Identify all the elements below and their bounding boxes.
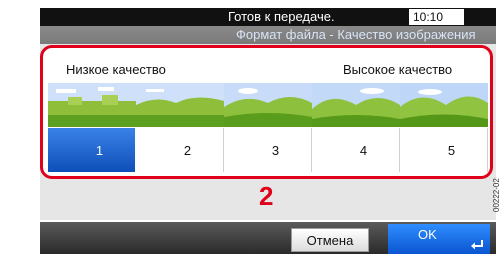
clock: 10:10 bbox=[409, 9, 464, 25]
quality-level-4-button[interactable]: 4 bbox=[312, 128, 400, 172]
quality-level-2-button[interactable]: 2 bbox=[136, 128, 224, 172]
quality-level-5-button[interactable]: 5 bbox=[400, 128, 488, 172]
screen-title: Формат файла - Качество изображения bbox=[236, 27, 476, 42]
screen: Готов к передаче. 10:10 Формат файла - К… bbox=[0, 0, 504, 262]
landscape-icon bbox=[48, 83, 136, 127]
quality-thumbnails bbox=[48, 83, 488, 127]
quality-level-label: 4 bbox=[359, 142, 368, 158]
cancel-label: Отмена bbox=[306, 232, 354, 248]
quality-level-label: 1 bbox=[95, 142, 104, 158]
ok-label: OK bbox=[418, 227, 437, 242]
quality-thumbnail-1[interactable] bbox=[48, 83, 136, 127]
quality-level-buttons: 1 2 3 4 5 bbox=[48, 128, 488, 172]
quality-level-3-button[interactable]: 3 bbox=[224, 128, 312, 172]
bottom-bar: Отмена OK bbox=[40, 222, 496, 254]
quality-level-label: 5 bbox=[447, 142, 456, 158]
quality-thumbnail-5[interactable] bbox=[400, 83, 488, 127]
title-bar: Формат файла - Качество изображения bbox=[40, 26, 496, 44]
quality-thumbnail-2[interactable] bbox=[136, 83, 224, 127]
landscape-icon bbox=[400, 83, 488, 127]
low-quality-label: Низкое качество bbox=[66, 62, 166, 77]
landscape-icon bbox=[136, 83, 224, 127]
quality-level-label: 3 bbox=[271, 142, 280, 158]
figure-code: 00222-02 bbox=[492, 178, 501, 212]
quality-thumbnail-3[interactable] bbox=[224, 83, 312, 127]
step-callout: 2 bbox=[259, 181, 274, 211]
status-bar: Готов к передаче. 10:10 bbox=[40, 8, 496, 26]
landscape-icon bbox=[312, 83, 400, 127]
enter-icon bbox=[471, 240, 483, 250]
landscape-icon bbox=[224, 83, 312, 127]
quality-selector-highlight: Низкое качество Высокое качество 1 2 3 4… bbox=[40, 45, 493, 179]
ok-button[interactable]: OK bbox=[388, 224, 490, 254]
quality-thumbnail-4[interactable] bbox=[312, 83, 400, 127]
quality-level-1-button[interactable]: 1 bbox=[48, 128, 136, 172]
quality-level-label: 2 bbox=[183, 142, 192, 158]
cancel-button[interactable]: Отмена bbox=[291, 228, 369, 252]
high-quality-label: Высокое качество bbox=[343, 62, 453, 77]
status-message: Готов к передаче. bbox=[228, 9, 335, 24]
